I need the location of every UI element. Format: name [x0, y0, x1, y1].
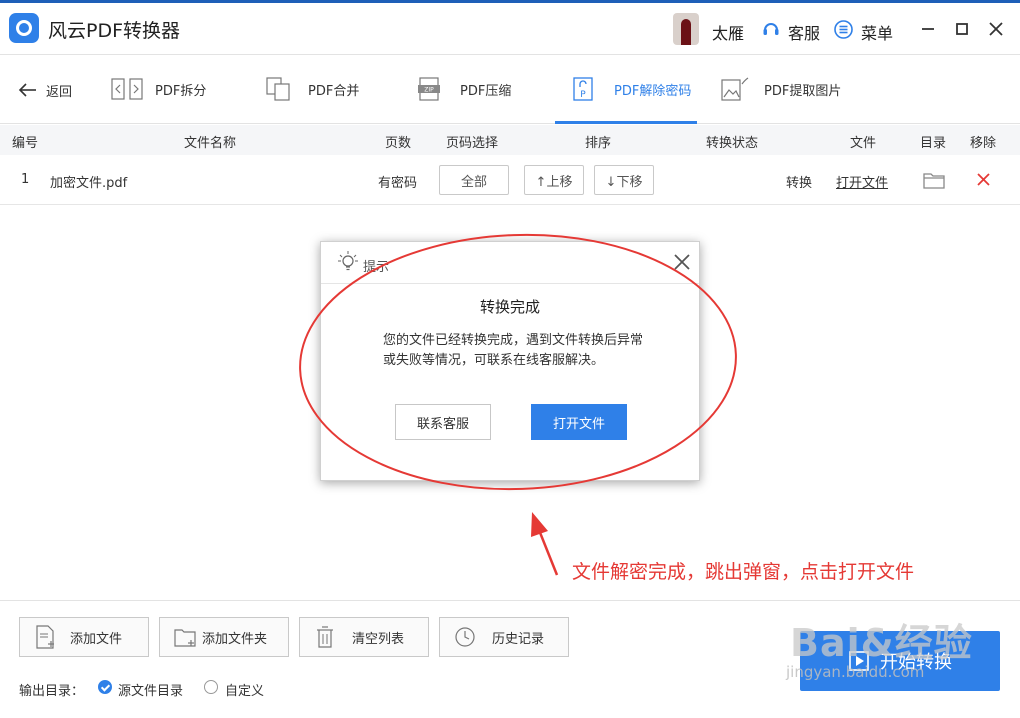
open-file-button[interactable]: 打开文件: [531, 404, 627, 440]
history-button[interactable]: 历史记录: [439, 617, 569, 657]
service-button[interactable]: 客服: [788, 20, 820, 44]
minimize-icon[interactable]: [918, 19, 938, 39]
row-pages: 有密码: [378, 176, 418, 191]
tab-pdf-merge[interactable]: PDF合并: [264, 73, 359, 105]
tab-pdf-extract-images[interactable]: PDF提取图片: [720, 73, 841, 105]
radio-label[interactable]: 源文件目录: [118, 680, 183, 699]
tab-label: PDF解除密码: [614, 83, 692, 99]
user-name[interactable]: 太雁: [712, 20, 744, 44]
dialog-heading: 转换完成: [479, 298, 540, 316]
button-label: 清空列表: [352, 631, 405, 647]
add-folder-icon: [174, 629, 196, 647]
add-file-icon: [36, 625, 54, 649]
merge-icon: [266, 77, 290, 101]
menu-icon[interactable]: [834, 20, 853, 39]
back-button[interactable]: 返回: [18, 79, 72, 101]
radio-custom-dir[interactable]: [204, 680, 218, 694]
tab-label: PDF拆分: [155, 83, 207, 99]
col-page-select: 页码选择: [446, 136, 499, 151]
row-no: 1: [21, 172, 30, 187]
app-title: 风云PDF转换器: [48, 20, 181, 42]
annotation-arrow-head: [531, 512, 548, 537]
folder-icon[interactable]: [923, 171, 945, 189]
radio-label[interactable]: 自定义: [225, 680, 264, 699]
radio-source-dir[interactable]: [98, 680, 112, 694]
open-file-link[interactable]: 打开文件: [836, 172, 888, 191]
dialog-message: 您的文件已经转换完成，遇到文件转换后异常或失败等情况，可联系在线客服解决。: [383, 333, 644, 368]
bottom-panel: 添加文件 添加文件夹 清空列表 历史记录 输出目录： 源文件目录 自定义 开始转…: [0, 600, 1020, 718]
add-folder-button[interactable]: 添加文件夹: [159, 617, 289, 657]
unlock-icon: P: [573, 77, 593, 101]
col-no: 编号: [12, 136, 39, 151]
button-label: 添加文件: [70, 631, 123, 647]
clock-icon: [455, 627, 475, 647]
button-label: 添加文件夹: [202, 631, 268, 647]
annotation-arrow-line: [537, 529, 559, 576]
convert-icon: [849, 651, 869, 671]
app-logo-icon: [9, 13, 39, 43]
contact-service-button[interactable]: 联系客服: [395, 404, 491, 440]
col-file: 文件: [850, 136, 877, 151]
add-file-button[interactable]: 添加文件: [19, 617, 149, 657]
image-extract-icon: [721, 77, 749, 101]
trash-icon: [317, 626, 333, 648]
start-label: 开始转换: [880, 652, 952, 673]
close-icon[interactable]: [673, 253, 691, 271]
svg-text:ZIP: ZIP: [424, 87, 434, 94]
table-row: 1 加密文件.pdf 有密码 全部 ↑上移 ↓下移 转换 打开文件: [0, 155, 1020, 205]
tool-bar: 返回 PDF拆分 PDF合并 ZIP PDF压缩 P PDF解除密码 PDF提取…: [0, 54, 1020, 124]
title-bar: 风云PDF转换器 太雁 客服 菜单: [0, 0, 1020, 54]
move-down-button[interactable]: ↓下移: [594, 165, 654, 195]
avatar[interactable]: [673, 13, 699, 45]
clear-list-button[interactable]: 清空列表: [299, 617, 429, 657]
svg-text:P: P: [580, 90, 586, 100]
remove-icon[interactable]: [976, 172, 991, 187]
output-dir-label: 输出目录：: [19, 684, 85, 699]
col-sort: 排序: [585, 136, 612, 151]
row-status: 转换: [786, 176, 813, 191]
tab-label: PDF提取图片: [764, 83, 842, 99]
table-header: 编号 文件名称 页数 页码选择 排序 转换状态 文件 目录 移除: [0, 125, 1020, 155]
maximize-icon[interactable]: [952, 19, 972, 39]
close-icon[interactable]: [986, 19, 1006, 39]
headset-icon[interactable]: [762, 20, 780, 38]
page-select-button[interactable]: 全部: [439, 165, 509, 195]
col-status: 转换状态: [706, 136, 759, 151]
col-dir: 目录: [920, 136, 947, 151]
dialog-header: 提示: [321, 242, 699, 284]
annotation-text: 文件解密完成，跳出弹窗，点击打开文件: [572, 561, 915, 583]
button-label: 历史记录: [492, 631, 545, 647]
dialog-title: 提示: [363, 260, 390, 275]
tab-label: PDF合并: [308, 83, 360, 99]
split-icon: [111, 78, 143, 100]
tab-pdf-split[interactable]: PDF拆分: [111, 73, 206, 105]
col-remove: 移除: [970, 136, 997, 151]
col-pages: 页数: [385, 136, 412, 151]
tab-label: PDF压缩: [460, 83, 512, 99]
conversion-complete-dialog: 提示 转换完成 您的文件已经转换完成，遇到文件转换后异常或失败等情况，可联系在线…: [320, 241, 700, 481]
tab-pdf-unlock[interactable]: P PDF解除密码: [570, 73, 691, 105]
move-up-button[interactable]: ↑上移: [524, 165, 584, 195]
menu-button[interactable]: 菜单: [861, 20, 893, 44]
start-convert-button[interactable]: 开始转换: [800, 631, 1000, 691]
col-name: 文件名称: [184, 136, 237, 151]
row-filename: 加密文件.pdf: [50, 176, 128, 191]
active-tab-indicator: [555, 121, 697, 124]
back-label: 返回: [46, 84, 73, 100]
arrow-left-icon: [18, 83, 36, 97]
zip-icon: ZIP: [418, 77, 440, 101]
tab-pdf-compress[interactable]: ZIP PDF压缩: [416, 73, 511, 105]
lightbulb-icon: [338, 251, 358, 271]
